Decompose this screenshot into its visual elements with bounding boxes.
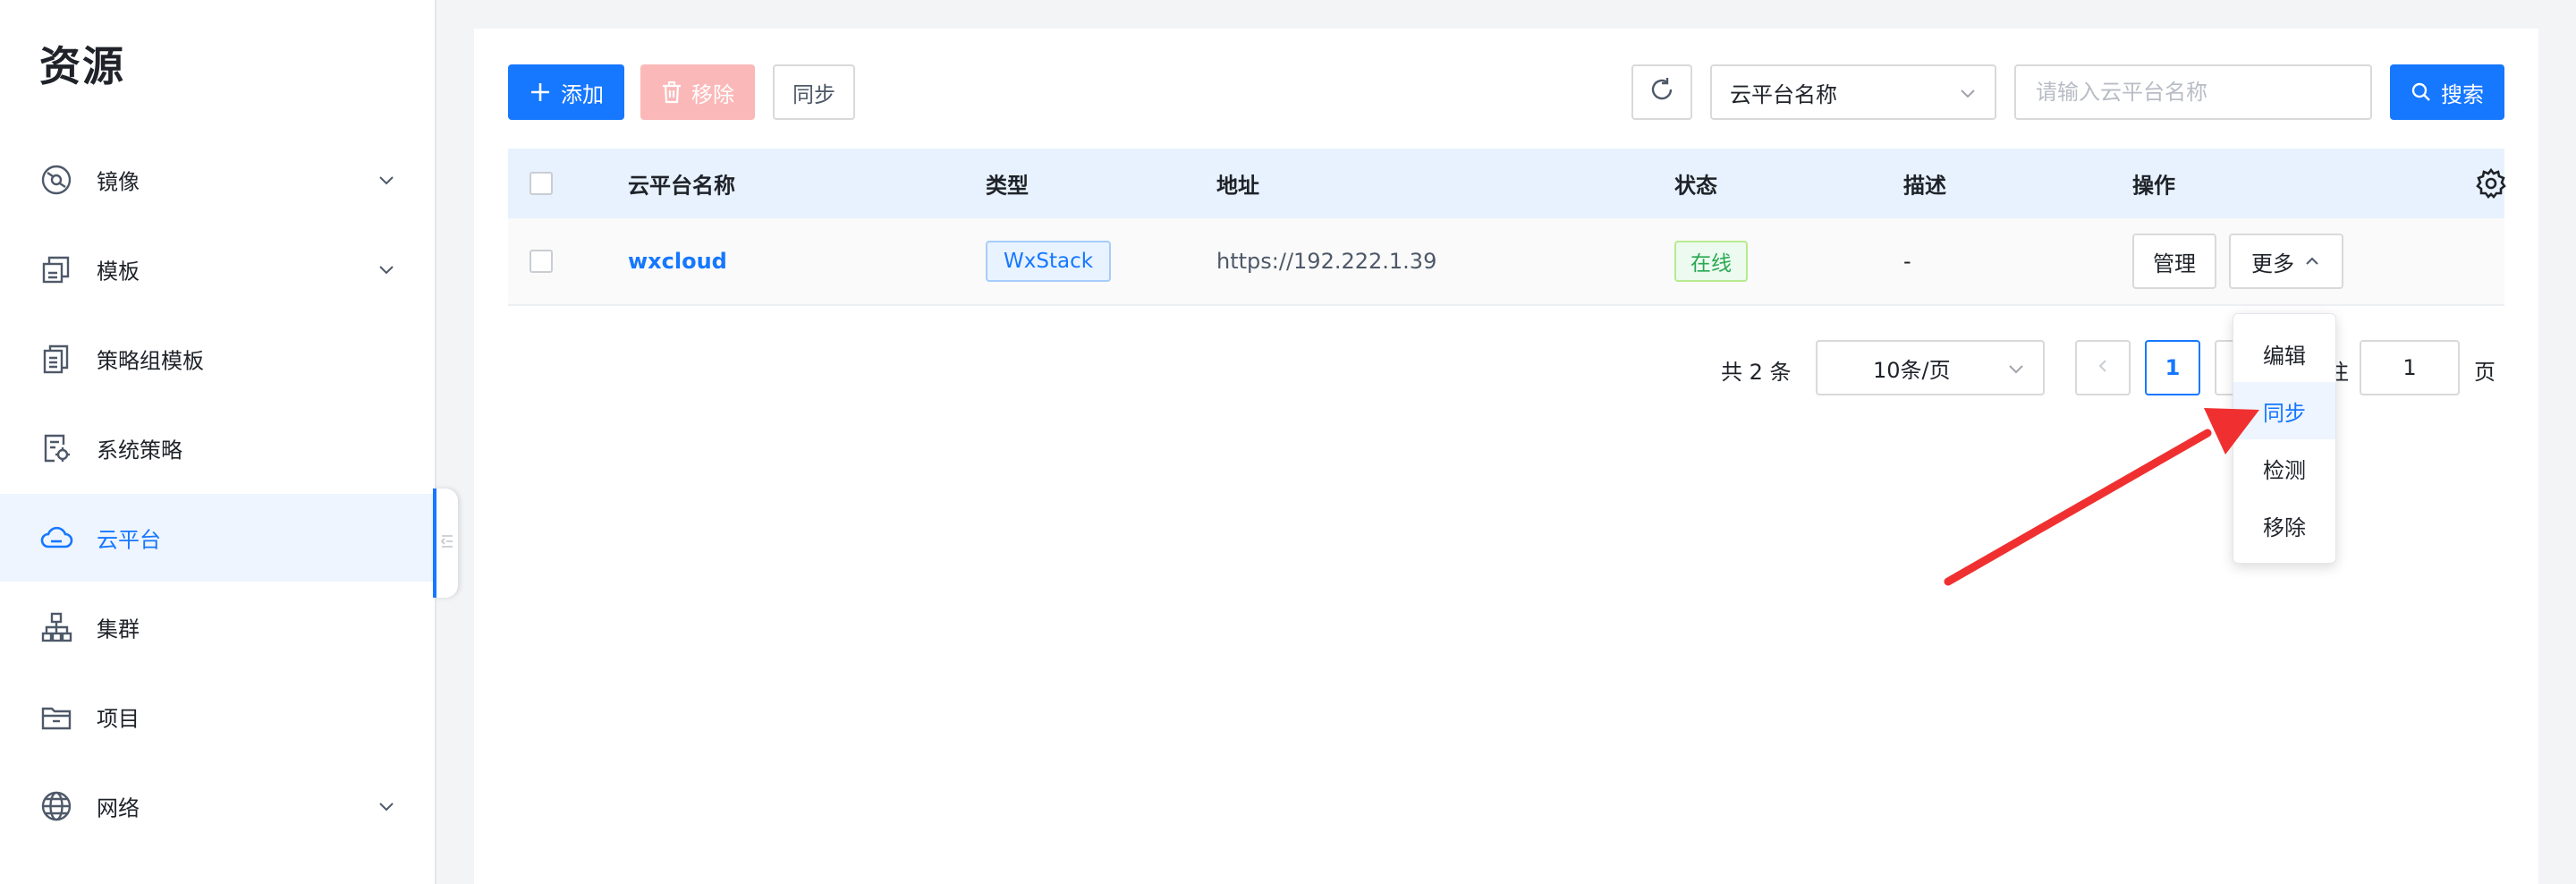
refresh-icon — [1648, 76, 1675, 108]
sidebar-item-label: 项目 — [97, 706, 140, 732]
page-number-current[interactable]: 1 — [2145, 340, 2200, 395]
menu-item-sync[interactable]: 同步 — [2233, 382, 2335, 439]
template-icon — [39, 252, 73, 286]
menu-item-check[interactable]: 检测 — [2233, 439, 2335, 497]
search-icon — [2411, 81, 2432, 103]
sidebar-item-label: 云平台 — [97, 527, 161, 553]
page-number-label: 1 — [2165, 355, 2181, 380]
status-badge: 在线 — [1674, 241, 1748, 282]
add-button[interactable]: 添加 — [508, 64, 624, 120]
more-actions-dropdown: 编辑 同步 检测 移除 — [2233, 313, 2336, 564]
column-header-actions: 操作 — [2132, 173, 2175, 199]
sidebar-item-cloud-platform[interactable]: 云平台 — [0, 494, 435, 582]
remove-button-label: 移除 — [691, 81, 734, 107]
document-stack-icon — [39, 342, 73, 376]
sidebar-item-label: 集群 — [97, 616, 140, 642]
column-header-name: 云平台名称 — [628, 173, 735, 199]
column-header-status: 状态 — [1674, 173, 1717, 199]
collapse-icon — [440, 533, 454, 553]
cluster-icon — [39, 610, 73, 644]
sidebar-title: 资源 — [39, 42, 125, 90]
sync-button-label: 同步 — [792, 81, 835, 107]
policy-gear-icon — [39, 431, 73, 465]
column-header-address: 地址 — [1216, 173, 1259, 199]
chevron-down-icon — [376, 169, 397, 191]
manage-button[interactable]: 管理 — [2132, 234, 2216, 289]
chevron-down-icon — [376, 795, 397, 817]
description-cell: - — [1903, 249, 1911, 274]
page-size-select[interactable]: 10条/页 — [1816, 340, 2045, 395]
sidebar-item-label: 网络 — [97, 795, 140, 821]
page-size-value: 10条/页 — [1873, 357, 1951, 383]
menu-item-edit[interactable]: 编辑 — [2233, 325, 2335, 382]
goto-page-input[interactable]: 1 — [2360, 340, 2460, 395]
chevron-left-icon — [2094, 355, 2112, 380]
column-settings-gear-icon[interactable] — [2476, 167, 2506, 202]
sidebar-item-project[interactable]: 项目 — [0, 673, 435, 761]
add-button-label: 添加 — [561, 81, 604, 107]
manage-button-label: 管理 — [2153, 251, 2196, 276]
refresh-button[interactable] — [1631, 64, 1692, 120]
column-header-description: 描述 — [1903, 173, 1946, 199]
sidebar-item-network[interactable]: 网络 — [0, 762, 435, 850]
sidebar-item-template[interactable]: 模板 — [0, 225, 435, 313]
chevron-down-icon — [2005, 358, 2027, 385]
search-button-label: 搜索 — [2441, 81, 2484, 107]
address-cell: https://192.222.1.39 — [1216, 249, 1437, 274]
more-button-label: 更多 — [2251, 251, 2294, 276]
table-header: 云平台名称 类型 地址 状态 描述 操作 — [508, 149, 2506, 218]
sidebar-item-system-policy[interactable]: 系统策略 — [0, 404, 435, 492]
table-row: wxcloud WxStack https://192.222.1.39 在线 … — [508, 218, 2504, 306]
row-checkbox[interactable] — [530, 250, 553, 273]
sidebar-item-policy-group-template[interactable]: 策略组模板 — [0, 315, 435, 403]
sidebar-item-label: 系统策略 — [97, 438, 182, 463]
goto-page-value: 1 — [2402, 355, 2417, 380]
disc-icon — [39, 163, 73, 197]
main-panel: 添加 移除 同步 云平台名称 搜索 云平台名称 — [474, 29, 2538, 884]
sidebar-collapse-handle[interactable] — [433, 489, 458, 598]
sync-button[interactable]: 同步 — [773, 64, 855, 120]
sidebar-item-cluster[interactable]: 集群 — [0, 583, 435, 671]
chevron-down-icon — [1957, 82, 1979, 109]
filter-field-value: 云平台名称 — [1730, 81, 1837, 107]
prev-page-button[interactable] — [2075, 340, 2131, 395]
search-input[interactable] — [2014, 64, 2372, 120]
sidebar-item-label: 模板 — [97, 259, 140, 285]
sidebar: 资源 镜像 模板 策略组模板 系统策略 云平台 集群 项目 网络 — [0, 0, 436, 884]
type-tag: WxStack — [986, 241, 1112, 282]
chevron-down-icon — [376, 259, 397, 280]
more-actions-button[interactable]: 更多 — [2229, 234, 2343, 289]
trash-icon — [661, 81, 682, 104]
select-all-checkbox[interactable] — [530, 172, 553, 195]
sidebar-item-label: 镜像 — [97, 169, 140, 195]
cloud-name-link[interactable]: wxcloud — [628, 249, 727, 274]
column-header-type: 类型 — [986, 173, 1029, 199]
cloud-icon — [39, 521, 73, 555]
remove-button[interactable]: 移除 — [640, 64, 755, 120]
sidebar-item-image[interactable]: 镜像 — [0, 136, 435, 224]
chevron-up-icon — [2303, 252, 2321, 270]
folder-icon — [39, 700, 73, 734]
sidebar-item-label: 策略组模板 — [97, 348, 204, 374]
globe-icon — [39, 789, 73, 823]
total-count: 共 2 条 — [1721, 360, 1792, 385]
filter-field-select[interactable]: 云平台名称 — [1710, 64, 1996, 120]
plus-icon — [529, 81, 552, 104]
search-button[interactable]: 搜索 — [2390, 64, 2504, 120]
menu-item-remove[interactable]: 移除 — [2233, 497, 2335, 554]
goto-suffix: 页 — [2474, 360, 2496, 385]
